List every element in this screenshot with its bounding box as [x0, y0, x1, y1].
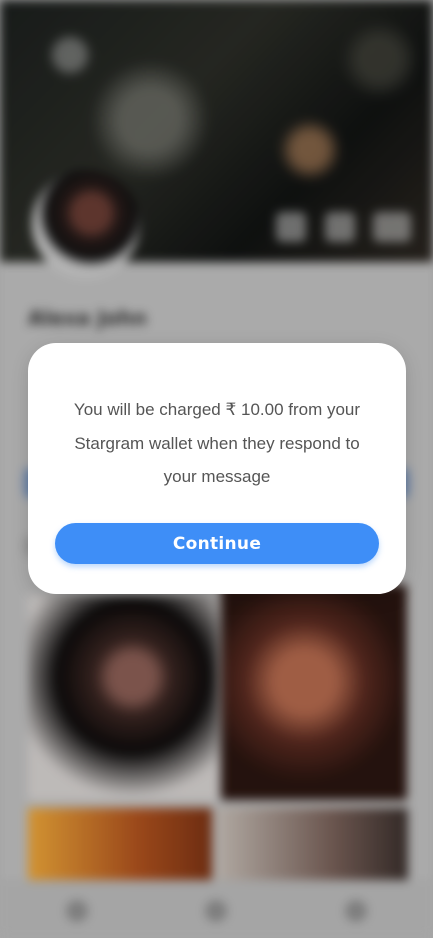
charge-confirmation-dialog: You will be charged ₹ 10.00 from your St… [28, 343, 406, 594]
charge-message: You will be charged ₹ 10.00 from your St… [73, 400, 361, 486]
continue-button[interactable]: Continue [55, 523, 379, 564]
